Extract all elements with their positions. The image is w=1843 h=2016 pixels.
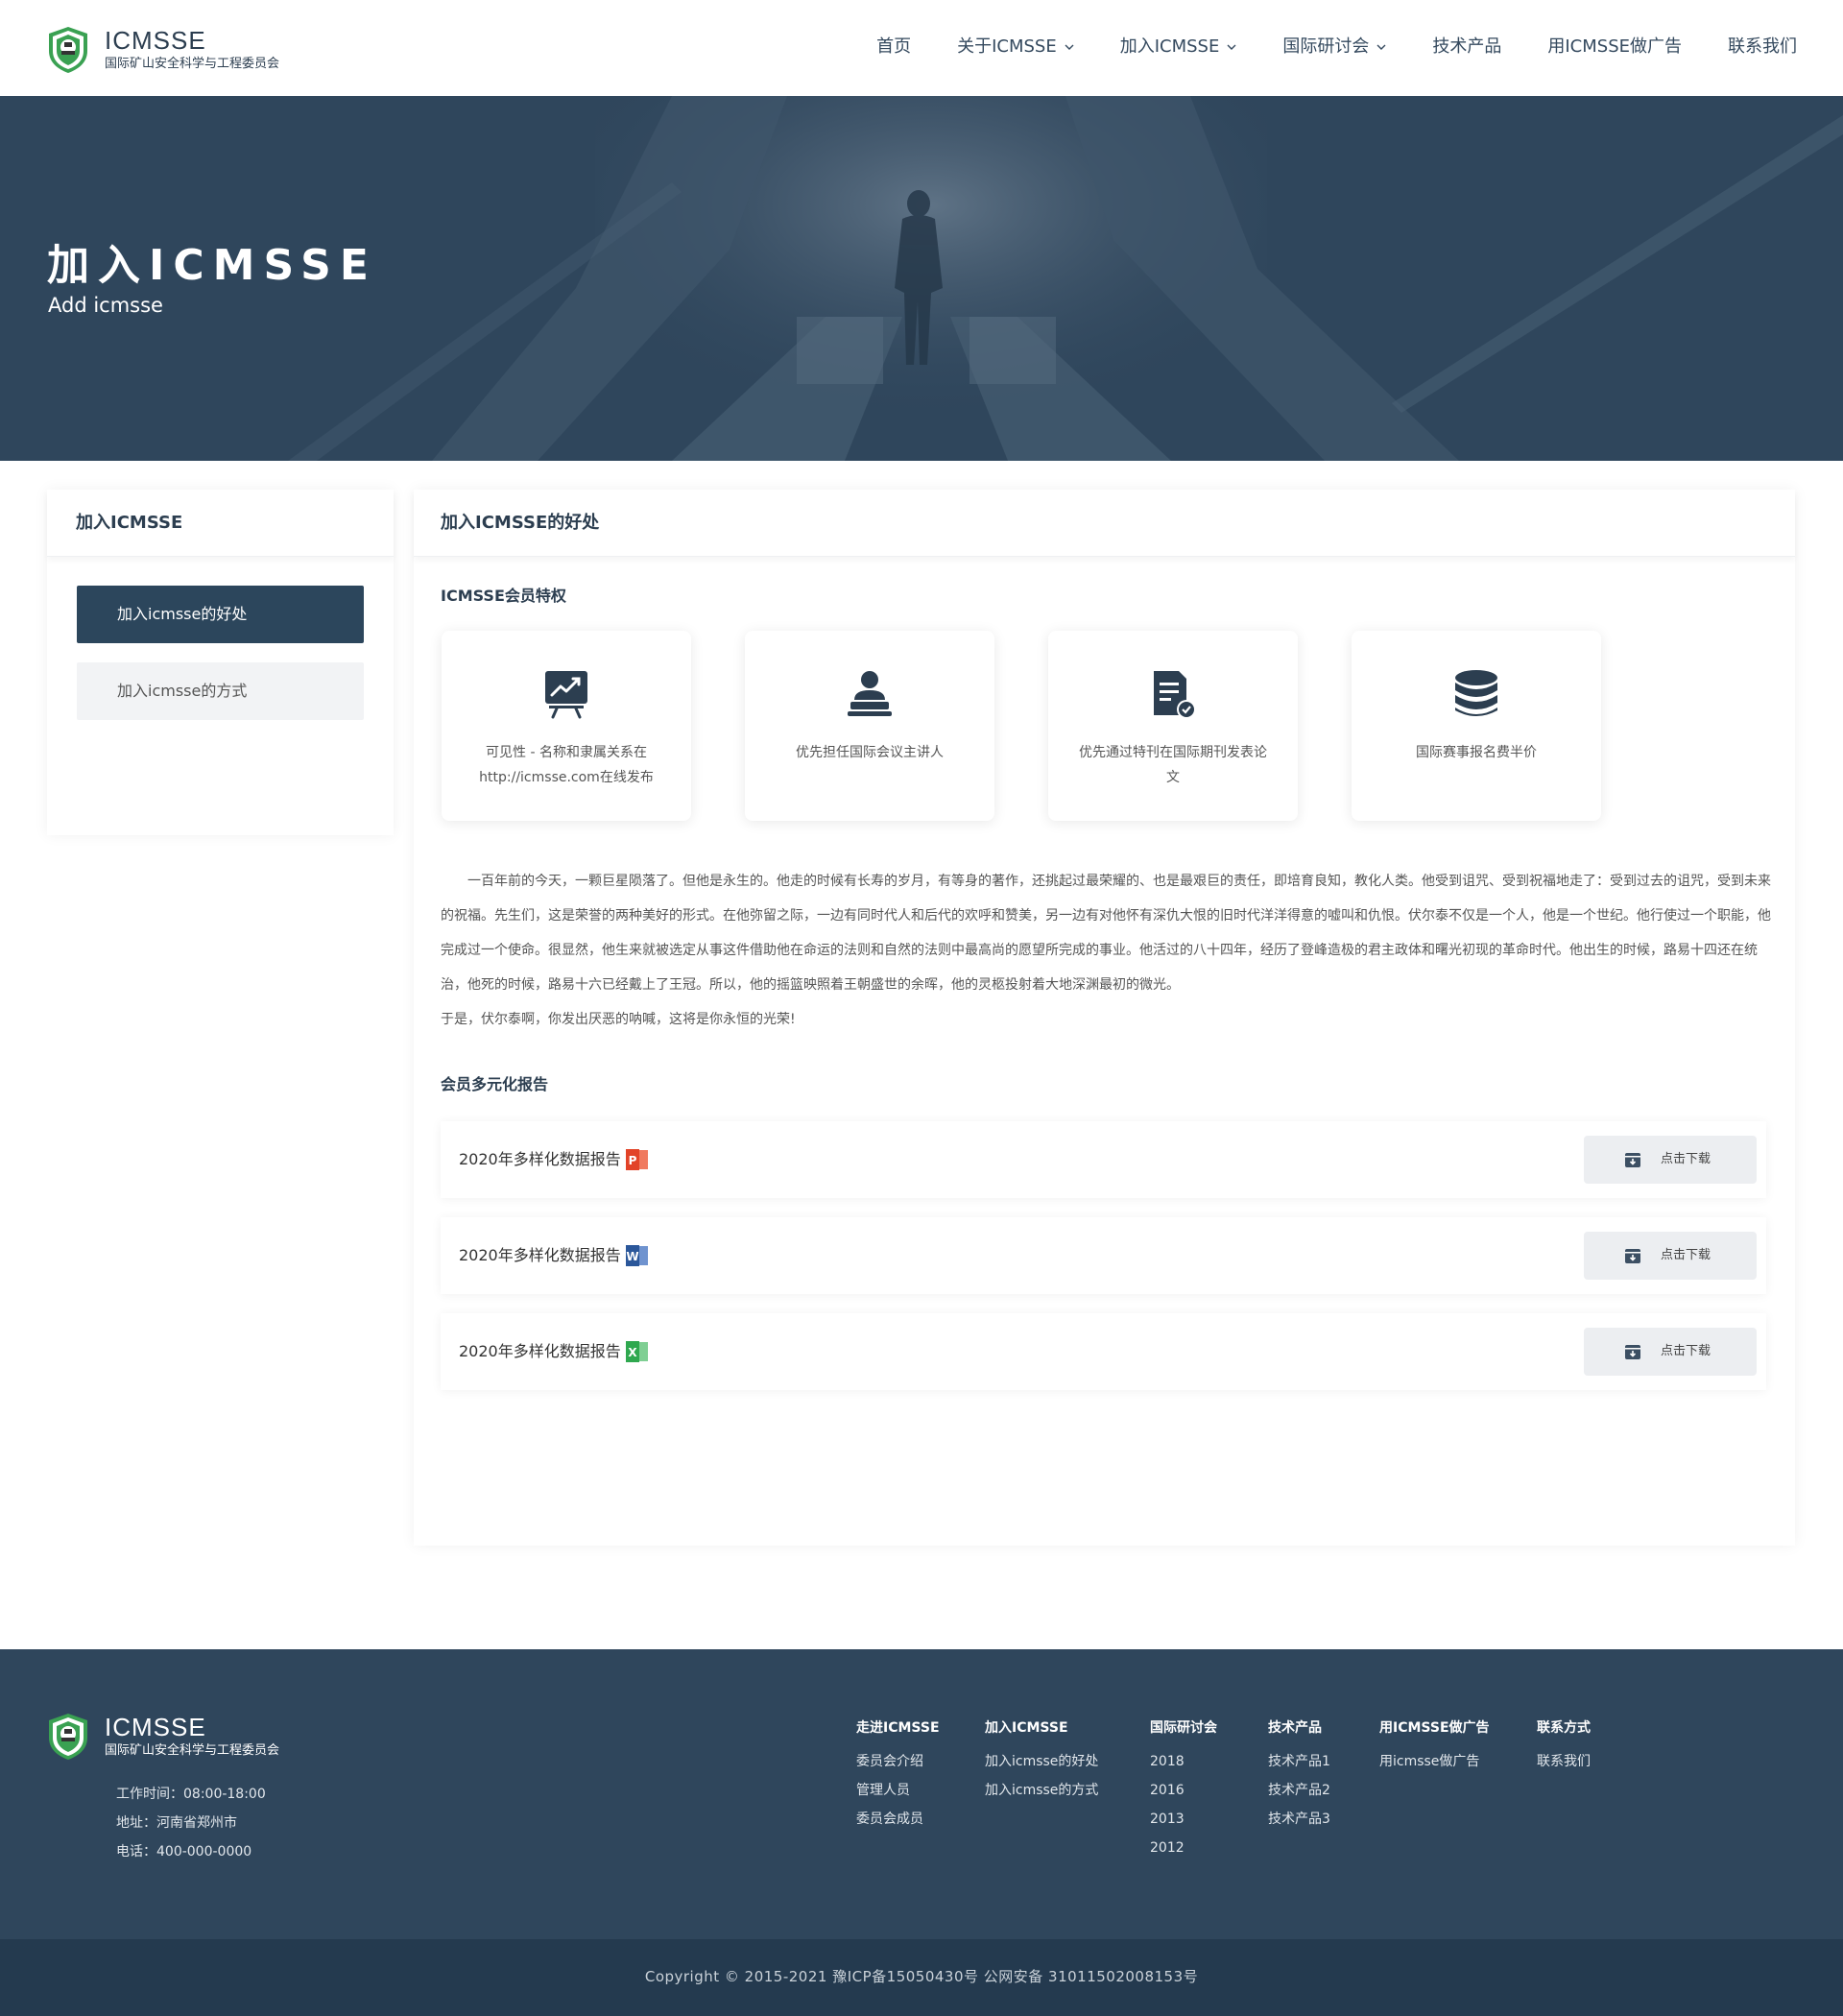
- footer-link[interactable]: 委员会成员: [856, 1805, 940, 1834]
- chevron-down-icon: [1227, 44, 1236, 50]
- download-button[interactable]: 点击下载: [1584, 1328, 1757, 1376]
- download-box-icon: [1625, 1345, 1640, 1359]
- phone: 电话：400-000-0000: [116, 1844, 252, 1860]
- footer-link[interactable]: 加入icmsse的方式: [985, 1776, 1098, 1805]
- footer-link[interactable]: 2012: [1150, 1834, 1217, 1862]
- copyright-bar: Copyright © 2015-2021 豫ICP备15050430号 公网安…: [0, 1939, 1843, 2016]
- speaker-icon: [848, 671, 892, 716]
- download-label: 点击下载: [1661, 1152, 1711, 1166]
- hero-banner: 加入ICMSSE Add icmsse: [0, 96, 1843, 461]
- svg-text:X: X: [628, 1346, 637, 1359]
- download-box-icon: [1625, 1153, 1640, 1167]
- nav-symposium[interactable]: 国际研讨会: [1282, 35, 1386, 60]
- footer-link[interactable]: 技术产品3: [1268, 1805, 1330, 1834]
- footer-col-join: 加入ICMSSE 加入icmsse的好处 加入icmsse的方式: [985, 1718, 1098, 1805]
- footer-link[interactable]: 用icmsse做广告: [1379, 1747, 1490, 1776]
- banner-title: 加入ICMSSE: [47, 241, 377, 290]
- footer-link[interactable]: 管理人员: [856, 1776, 940, 1805]
- report-item: 2020年多样化数据报告 P 点击下载: [441, 1121, 1766, 1198]
- report-title: 2020年多样化数据报告: [459, 1246, 621, 1264]
- reports-heading: 会员多元化报告: [441, 1075, 549, 1093]
- main-content: 加入ICMSSE的好处 ICMSSE会员特权 可见性 - 名称和隶属关系在htt…: [414, 490, 1795, 1546]
- nav-contact[interactable]: 联系我们: [1728, 35, 1797, 60]
- footer-link[interactable]: 加入icmsse的好处: [985, 1747, 1098, 1776]
- feature-text: 国际赛事报名费半价: [1416, 745, 1537, 760]
- footer-contact-info: 工作时间：08:00-18:00 地址：河南省郑州市 电话：400-000-00…: [116, 1780, 266, 1866]
- sidebar-title: 加入ICMSSE: [47, 490, 394, 557]
- footer-col-advertise: 用ICMSSE做广告 用icmsse做广告: [1379, 1718, 1490, 1776]
- report-list: 2020年多样化数据报告 P 点击下载 2020年多样化数据报告 W 点击下载 …: [441, 1121, 1766, 1409]
- article-body: 一百年前的今天，一颗巨星陨落了。但他是永生的。他走的时候有长寿的岁月，有等身的著…: [441, 864, 1771, 1037]
- feature-text: 优先通过特刊在国际期刊发表论文: [1079, 745, 1267, 785]
- download-label: 点击下载: [1661, 1248, 1711, 1262]
- footer-link[interactable]: 委员会介绍: [856, 1747, 940, 1776]
- nav-products[interactable]: 技术产品: [1432, 35, 1501, 60]
- footer-link[interactable]: 技术产品2: [1268, 1776, 1330, 1805]
- document-check-icon: [1154, 671, 1196, 719]
- ppt-file-icon: P: [626, 1149, 648, 1170]
- footer-link[interactable]: 联系我们: [1537, 1747, 1591, 1776]
- footer-col-products: 技术产品 技术产品1 技术产品2 技术产品3: [1268, 1718, 1330, 1834]
- shield-logo-icon: [49, 1714, 87, 1760]
- footer-link[interactable]: 2016: [1150, 1776, 1217, 1805]
- work-hours: 工作时间：08:00-18:00: [116, 1787, 266, 1802]
- page-title: 加入ICMSSE的好处: [414, 490, 1795, 557]
- main-nav: 首页 关于ICMSSE 加入ICMSSE 国际研讨会 技术产品 用ICMSSE做…: [830, 35, 1797, 60]
- sidebar: 加入ICMSSE 加入icmsse的好处 加入icmsse的方式: [47, 490, 394, 835]
- nav-home[interactable]: 首页: [876, 35, 911, 60]
- footer-col-about: 走进ICMSSE 委员会介绍 管理人员 委员会成员: [856, 1718, 940, 1834]
- download-label: 点击下载: [1661, 1344, 1711, 1358]
- report-title: 2020年多样化数据报告: [459, 1342, 621, 1360]
- download-button[interactable]: 点击下载: [1584, 1232, 1757, 1280]
- address: 地址：河南省郑州市: [116, 1815, 237, 1831]
- feature-card: 国际赛事报名费半价: [1352, 631, 1601, 821]
- download-box-icon: [1625, 1249, 1640, 1263]
- report-item: 2020年多样化数据报告 X 点击下载: [441, 1313, 1766, 1390]
- feature-cards: 可见性 - 名称和隶属关系在http://icmsse.com在线发布 优先担任…: [442, 631, 1655, 821]
- feature-text: 可见性 - 名称和隶属关系在http://icmsse.com在线发布: [479, 745, 654, 785]
- footer-col-symposium: 国际研讨会 2018 2016 2013 2012: [1150, 1718, 1217, 1862]
- footer-link[interactable]: 2018: [1150, 1747, 1217, 1776]
- chevron-down-icon: [1376, 44, 1386, 50]
- sidebar-item-methods[interactable]: 加入icmsse的方式: [77, 662, 364, 720]
- footer-logo-title: ICMSSE: [105, 1713, 206, 1741]
- banner-subtitle: Add icmsse: [48, 294, 163, 317]
- nav-advertise[interactable]: 用ICMSSE做广告: [1547, 35, 1682, 60]
- footer-col-contact: 联系方式 联系我们: [1537, 1718, 1591, 1776]
- article-paragraph: 一百年前的今天，一颗巨星陨落了。但他是永生的。他走的时候有长寿的岁月，有等身的著…: [441, 874, 1771, 993]
- nav-join[interactable]: 加入ICMSSE: [1120, 35, 1237, 60]
- nav-about[interactable]: 关于ICMSSE: [957, 35, 1074, 60]
- download-button[interactable]: 点击下载: [1584, 1136, 1757, 1184]
- chevron-down-icon: [1065, 44, 1074, 50]
- feature-card: 可见性 - 名称和隶属关系在http://icmsse.com在线发布: [442, 631, 691, 821]
- features-heading: ICMSSE会员特权: [441, 587, 566, 605]
- feature-text: 优先担任国际会议主讲人: [796, 745, 944, 760]
- sidebar-item-benefits[interactable]: 加入icmsse的好处: [77, 586, 364, 643]
- excel-file-icon: X: [626, 1341, 648, 1362]
- shield-logo-icon: [49, 27, 87, 73]
- logo-title: ICMSSE: [105, 26, 206, 55]
- word-file-icon: W: [626, 1245, 648, 1266]
- report-title: 2020年多样化数据报告: [459, 1150, 621, 1168]
- report-item: 2020年多样化数据报告 W 点击下载: [441, 1217, 1766, 1294]
- footer-logo-subtitle: 国际矿山安全科学与工程委员会: [105, 1743, 280, 1758]
- feature-card: 优先担任国际会议主讲人: [745, 631, 994, 821]
- footer-link[interactable]: 2013: [1150, 1805, 1217, 1834]
- logo-subtitle: 国际矿山安全科学与工程委员会: [105, 57, 280, 71]
- database-icon: [1455, 670, 1497, 716]
- article-paragraph: 于是，伏尔泰啊，你发出厌恶的呐喊，这将是你永恒的光荣!: [441, 1012, 796, 1027]
- svg-text:P: P: [629, 1154, 637, 1167]
- site-footer: ICMSSE 国际矿山安全科学与工程委员会 工作时间：08:00-18:00 地…: [0, 1649, 1843, 1939]
- footer-logo[interactable]: ICMSSE 国际矿山安全科学与工程委员会: [47, 1713, 279, 1761]
- svg-text:W: W: [626, 1250, 638, 1263]
- feature-card: 优先通过特刊在国际期刊发表论文: [1048, 631, 1298, 821]
- footer-link[interactable]: 技术产品1: [1268, 1747, 1330, 1776]
- site-header: ICMSSE 国际矿山安全科学与工程委员会 首页 关于ICMSSE 加入ICMS…: [0, 0, 1843, 96]
- presentation-chart-icon: [545, 671, 587, 719]
- site-logo[interactable]: ICMSSE 国际矿山安全科学与工程委员会: [47, 26, 279, 74]
